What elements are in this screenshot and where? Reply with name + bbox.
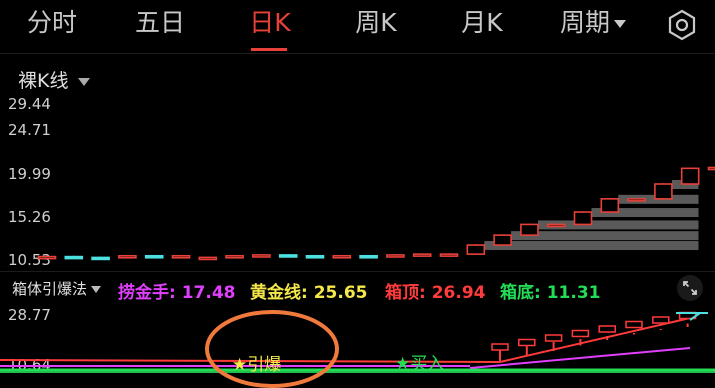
candle [573,211,593,226]
sub-axis-label: 28.77 [8,306,51,324]
expand-icon[interactable] [676,274,704,302]
box-top-line [499,317,691,363]
laojinshou-line [469,347,691,369]
indicator-candle [678,311,697,320]
candle [359,254,378,259]
candle [91,256,110,261]
candle [439,253,459,257]
chevron-down-icon [91,286,102,293]
indicator-name: 箱体引爆法 [12,280,88,298]
candle [386,254,405,258]
candle [278,254,298,258]
indicator-candle [544,334,563,342]
candle [37,255,57,260]
candle [654,183,673,200]
indicator-select[interactable]: 箱体引爆法 [12,278,102,299]
candle [64,255,84,260]
indicator-candle [625,320,643,329]
indicator-value-box-bottom: 箱底: 11.31 [500,283,601,303]
indicator-candle [571,329,590,338]
candle [225,254,244,259]
indicator-candle [598,325,616,333]
indicator-candle [491,343,509,351]
signal-explode: ★引爆 [232,355,282,375]
candle [412,253,432,257]
candle [627,198,646,202]
indicator-candle [652,316,670,324]
candle [198,256,218,261]
indicator-bar [689,312,701,321]
candle [332,254,352,259]
candle [707,166,715,171]
indicator-value-huangjinxian: 黄金线: 25.65 [250,283,368,303]
candle [144,254,164,259]
candle [252,254,271,258]
star-icon: ★ [395,354,411,374]
indicator-value-box-top: 箱顶: 26.94 [385,283,486,303]
signal-buy: ★买入 [395,354,445,374]
indicator-header: 箱体引爆法 捞金手: 17.48 黄金线: 25.65 箱顶: 26.94 箱底… [0,272,715,303]
sub-axis-label: 10.64 [8,356,51,374]
candle [171,254,191,259]
price-box-band [511,231,699,241]
indicator-candle [518,338,536,347]
candle [600,198,620,213]
price-box-band [484,241,699,251]
candle [546,223,566,228]
candle [118,254,137,259]
candle [493,234,512,246]
candlestick-chart[interactable] [0,0,715,272]
candle [305,254,325,259]
star-icon: ★ [232,355,248,375]
candle [520,223,539,236]
candle [466,244,486,255]
indicator-value-laojinshou: 捞金手: 17.48 [118,283,236,303]
candle [680,167,700,185]
